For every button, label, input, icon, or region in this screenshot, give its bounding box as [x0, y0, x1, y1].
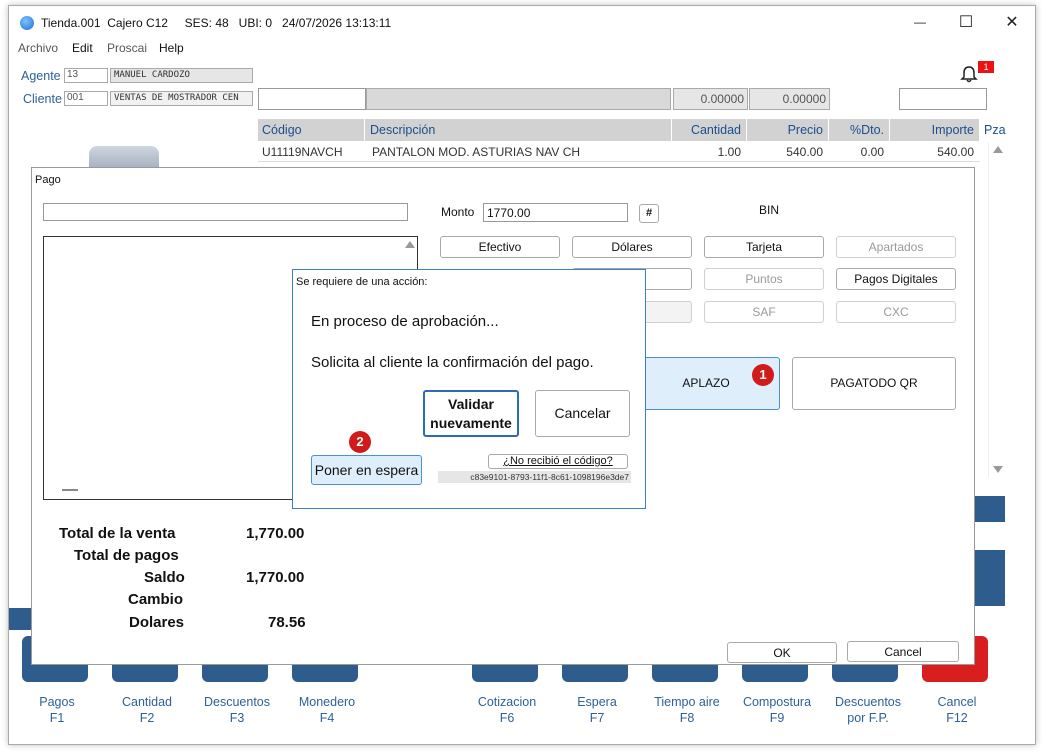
ok-button[interactable]: OK	[727, 642, 837, 663]
validar-nuevamente-button[interactable]: Validar nuevamente	[423, 390, 519, 437]
app-globe-icon	[20, 16, 34, 30]
menu-edit[interactable]: Edit	[72, 41, 93, 55]
close-button[interactable]: ✕	[989, 6, 1035, 39]
fkey-descuentos-label: Descuentos F3	[203, 695, 270, 725]
transaction-uuid: c83e9101-8793-11f1-8c61-1098196e3de7	[438, 471, 631, 483]
monto-input[interactable]: 1770.00	[483, 203, 628, 222]
table-row[interactable]: U11119NAVCH PANTALON MOD. ASTURIAS NAV C…	[258, 142, 980, 162]
aplazo-step-marker: 1	[752, 364, 774, 386]
dialog-cancelar-button[interactable]: Cancelar	[535, 390, 630, 437]
title-bar: Tienda.001 Cajero C12 SES: 48 UBI: 0 24/…	[9, 6, 1035, 39]
pago-title: Pago	[35, 174, 61, 186]
col-precio[interactable]: Precio	[747, 119, 829, 141]
agente-name-field: MANUEL CARDOZO	[110, 68, 253, 83]
cxc-button[interactable]: CXC	[836, 301, 956, 323]
dialog-message-2: Solicita al cliente la confirmación del …	[311, 354, 594, 371]
fkey-tiempo-aire-label: Tiempo aire F8	[654, 695, 720, 725]
dolares-label: Dolares	[129, 614, 185, 631]
fkey-cantidad-label: Cantidad F2	[121, 695, 173, 725]
fkey-descuentos-fp-label: Descuentos por F.P.	[834, 695, 901, 725]
saldo-value: 1,770.00	[246, 569, 305, 586]
cell-descripcion: PANTALON MOD. ASTURIAS NAV CH	[372, 145, 581, 159]
total-venta-label: Total de la venta	[59, 525, 176, 542]
total-pagos-label: Total de pagos	[74, 547, 179, 564]
col-descripcion[interactable]: Descripción	[365, 119, 672, 141]
product-code-input[interactable]	[258, 88, 366, 110]
menu-bar: Archivo Edit Proscai Help	[9, 39, 1035, 59]
bin-label: BIN	[759, 203, 780, 217]
cell-dto: 0.00	[860, 145, 884, 159]
poner-en-espera-button[interactable]: Poner en espera	[311, 455, 422, 485]
menu-proscai[interactable]: Proscai	[107, 41, 147, 55]
cell-codigo: U11119NAVCH	[262, 145, 343, 159]
cell-precio: 540.00	[786, 145, 823, 159]
col-codigo[interactable]: Código	[258, 119, 365, 141]
efectivo-button[interactable]: Efectivo	[440, 236, 560, 258]
cambio-label: Cambio	[128, 591, 184, 608]
minimize-button[interactable]: —	[897, 6, 943, 39]
fkey-espera-label: Espera F7	[577, 695, 617, 725]
extra-input[interactable]	[899, 88, 987, 110]
description-field	[366, 88, 671, 110]
cliente-code-field[interactable]: 001	[64, 91, 108, 106]
tarjeta-button[interactable]: Tarjeta	[704, 236, 824, 258]
col-dto[interactable]: %Dto.	[829, 119, 890, 141]
cell-cantidad: 1.00	[717, 145, 741, 159]
dolares-value: 78.56	[268, 614, 306, 631]
cell-importe: 540.00	[937, 145, 974, 159]
main-window: Tienda.001 Cajero C12 SES: 48 UBI: 0 24/…	[8, 5, 1036, 745]
dialog-title: Se requiere de una acción:	[296, 276, 428, 288]
table-scrollbar[interactable]	[988, 142, 1006, 477]
notification-badge: 1	[978, 61, 994, 73]
quantity-field[interactable]: 0.00000	[673, 88, 748, 110]
fkey-monedero-label: Monedero F4	[298, 695, 356, 725]
cliente-name-field: VENTAS DE MOSTRADOR CEN	[110, 91, 253, 106]
pago-cancel-button[interactable]: Cancel	[847, 641, 959, 662]
blue-bar-right	[975, 496, 1005, 522]
fkey-cancel-label: Cancel F12	[937, 695, 977, 725]
fkey-pagos-label: Pagos F1	[39, 695, 75, 725]
col-cantidad[interactable]: Cantidad	[672, 119, 747, 141]
col-pza[interactable]: Pza	[980, 119, 1006, 141]
price-field[interactable]: 0.00000	[749, 88, 830, 110]
total-venta-value: 1,770.00	[246, 525, 305, 542]
display-digit-icon	[975, 550, 1005, 606]
dolares-button[interactable]: Dólares	[572, 236, 692, 258]
puntos-button[interactable]: Puntos	[704, 268, 824, 290]
fkey-cotizacion-label: Cotizacion F6	[477, 695, 537, 725]
dialog-step-marker: 2	[349, 431, 371, 453]
agente-code-field[interactable]: 13	[64, 68, 108, 83]
pagos-digitales-button[interactable]: Pagos Digitales	[836, 268, 956, 290]
maximize-button[interactable]: ☐	[943, 6, 989, 39]
pagatodo-qr-button[interactable]: PAGATODO QR	[792, 357, 956, 410]
saf-button[interactable]: SAF	[704, 301, 824, 323]
monto-label: Monto	[441, 205, 475, 219]
approval-dialog: Se requiere de una acción: En proceso de…	[292, 269, 646, 509]
apartados-button[interactable]: Apartados	[836, 236, 956, 258]
menu-archivo[interactable]: Archivo	[18, 41, 58, 55]
pago-reference-input[interactable]	[43, 203, 408, 221]
no-recibio-codigo-link[interactable]: ¿No recibió el código?	[488, 454, 628, 469]
menu-help[interactable]: Help	[159, 41, 184, 55]
saldo-label: Saldo	[144, 569, 185, 586]
bell-icon[interactable]	[959, 64, 979, 84]
cliente-label: Cliente	[23, 92, 62, 106]
col-importe[interactable]: Importe	[890, 119, 980, 141]
fkey-compostura-label: Compostura F9	[742, 695, 812, 725]
hash-button[interactable]: #	[639, 204, 659, 223]
dialog-message-1: En proceso de aprobación...	[311, 313, 499, 330]
window-title: Tienda.001 Cajero C12 SES: 48 UBI: 0 24/…	[41, 16, 392, 30]
agente-label: Agente	[21, 69, 61, 83]
